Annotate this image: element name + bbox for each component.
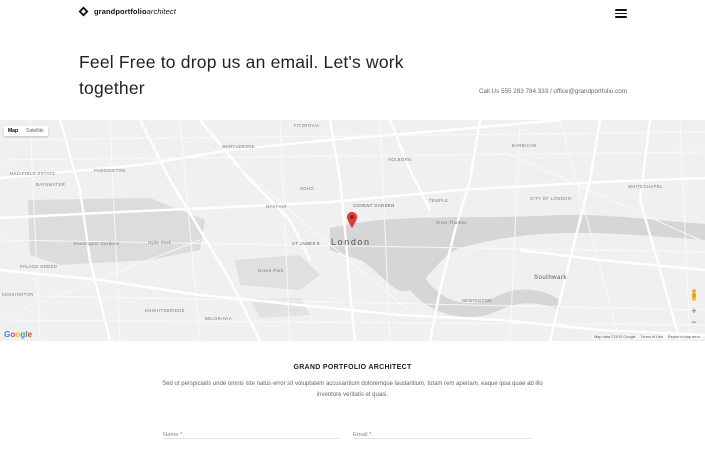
map-label-knightsbridge: KNIGHTSBRIDGE (145, 308, 185, 313)
site-logo[interactable]: grandportfolioarchitect (78, 6, 176, 17)
map-label-kensington-gardens: Kensington Gardens (74, 241, 120, 246)
map-type-control: Map Satellite (4, 126, 48, 136)
map-label-fitzrovia: FITZROVIA (294, 123, 320, 128)
map-label-newington: NEWINGTON (462, 298, 492, 303)
logo-diamond-icon (78, 6, 89, 17)
map-label-bayswater: BAYSWATER (36, 182, 66, 187)
map-label-hallfield-estate: HALLFIELD ESTATE (10, 171, 56, 176)
map-label-london: London (331, 237, 371, 247)
zoom-out-button[interactable]: − (689, 317, 699, 327)
map-type-map-button[interactable]: Map (4, 126, 22, 136)
section-description: Sed ut perspiciatis unde omnis iste natu… (162, 381, 543, 398)
map-label-palace-green: PALACE GREEN (20, 264, 58, 269)
section-title: GRAND PORTFOLIO ARCHITECT (293, 364, 412, 371)
map-label-st-james: ST JAMES'S (292, 241, 320, 246)
map-label-marylebone: MARYLEBONE (222, 144, 256, 149)
street-view-pegman-icon[interactable] (690, 288, 698, 301)
logo-bold-text: grandportfolio (94, 7, 147, 16)
map-data-credit: Map data ©2015 Google (594, 335, 636, 339)
logo-text: grandportfolioarchitect (94, 7, 176, 16)
email-field-wrapper (353, 423, 531, 440)
map-tiles (0, 120, 705, 341)
map-label-belgravia: BELGRAVIA (205, 316, 233, 321)
map-label-green-park: Green Park (258, 268, 284, 273)
hamburger-menu-icon[interactable] (615, 9, 627, 18)
name-input[interactable] (163, 430, 339, 440)
map-label-hyde-park: Hyde Park (148, 240, 172, 245)
map-marker-pin-icon[interactable] (347, 212, 357, 228)
map-label-paddington: PADDINGTON (94, 168, 126, 173)
map-label-holborn: HOLBORN (388, 157, 412, 162)
google-logo[interactable]: Google (4, 330, 32, 339)
map-label-soho: SOHO (300, 186, 314, 191)
map-label-covent-garden: COVENT GARDEN (353, 203, 395, 208)
map-label-river-thames: River Thames (436, 220, 467, 225)
logo-italic-text: architect (146, 7, 176, 16)
map-attribution: Map data ©2015 Google Terms of Use Repor… (592, 335, 702, 339)
map-label-southwark: Southwark (534, 275, 567, 281)
google-map[interactable]: FITZROVIA MARYLEBONE HOLBORN BARBICAN PA… (0, 120, 705, 341)
map-report-error-link[interactable]: Report a map error (668, 335, 700, 339)
map-label-city-of-london: CITY OF LONDON (530, 196, 572, 201)
name-field-wrapper (163, 423, 339, 440)
map-label-kensington: KENSINGTON (2, 292, 34, 297)
page-headline: Feel Free to drop us an email. Let's wor… (79, 52, 404, 98)
email-input[interactable] (353, 430, 531, 440)
site-header: grandportfolioarchitect (0, 0, 705, 26)
map-terms-link[interactable]: Terms of Use (641, 335, 663, 339)
map-label-temple: TEMPLE (429, 198, 449, 203)
contact-info: Call Us 555 283 784 333 / office@grandpo… (478, 88, 627, 95)
map-label-barbican: BARBICAN (512, 143, 537, 148)
map-label-whitechapel: WHITECHAPEL (628, 184, 663, 189)
map-type-satellite-button[interactable]: Satellite (22, 126, 48, 136)
zoom-in-button[interactable]: + (689, 306, 699, 316)
map-label-mayfair: MAYFAIR (266, 204, 287, 209)
